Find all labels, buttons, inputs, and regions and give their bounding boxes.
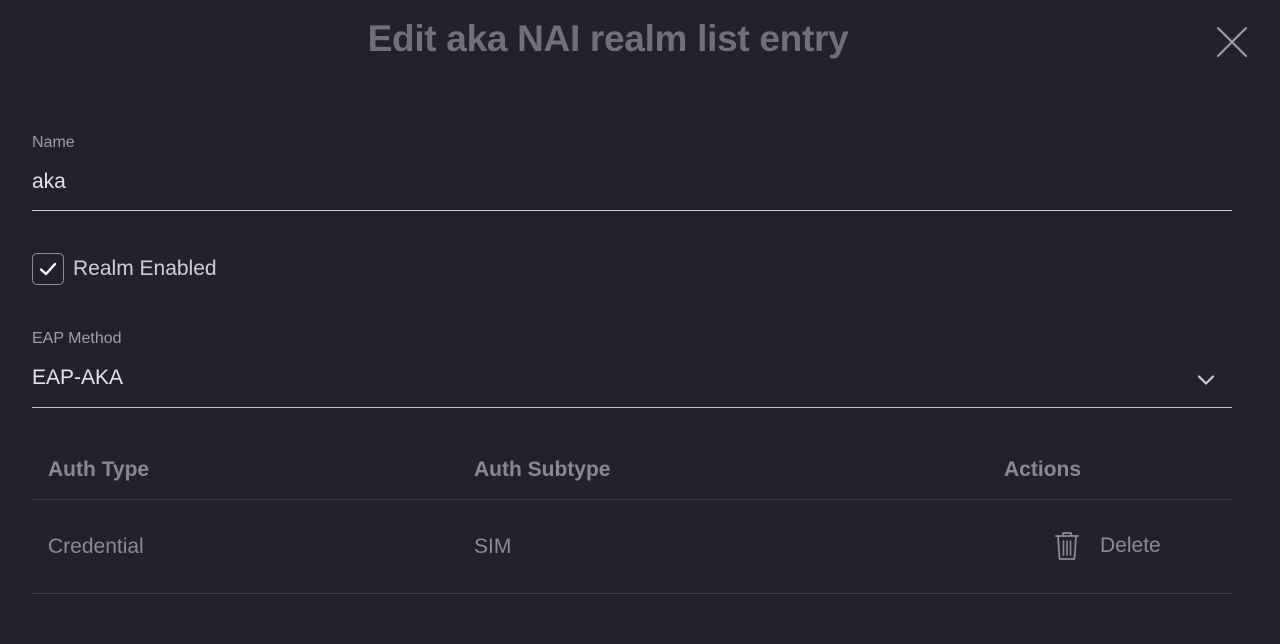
realm-enabled-checkbox[interactable] — [32, 253, 64, 285]
header-auth-type: Auth Type — [48, 458, 150, 481]
close-icon — [1216, 26, 1248, 58]
checkmark-icon — [39, 262, 57, 276]
table-header-row: Auth Type Auth Subtype Actions — [32, 440, 1232, 500]
realm-enabled-label: Realm Enabled — [73, 257, 217, 280]
eap-method-underline — [32, 407, 1232, 408]
eap-method-select[interactable]: EAP Method EAP-AKA — [32, 330, 1232, 410]
eap-method-value[interactable]: EAP-AKA — [32, 366, 123, 390]
name-field-underline — [32, 210, 1232, 211]
name-field[interactable]: Name aka — [32, 134, 1232, 214]
cell-auth-type: Credential — [48, 535, 144, 558]
header-actions: Actions — [1004, 458, 1082, 481]
eap-method-label: EAP Method — [32, 330, 122, 347]
chevron-down-icon[interactable] — [1194, 368, 1218, 392]
close-button[interactable] — [1212, 22, 1252, 62]
dialog-title: Edit aka NAI realm list entry — [367, 18, 849, 59]
delete-button[interactable]: Delete — [1054, 530, 1161, 562]
delete-label: Delete — [1100, 534, 1161, 557]
table-row: Credential SIM Delete — [32, 500, 1232, 594]
header-auth-subtype: Auth Subtype — [474, 458, 611, 481]
edit-realm-dialog: Edit aka NAI realm list entry Name aka R… — [0, 0, 1280, 644]
name-field-label: Name — [32, 134, 75, 151]
trash-icon — [1055, 532, 1079, 560]
cell-auth-subtype: SIM — [474, 535, 512, 558]
auth-table: Auth Type Auth Subtype Actions Credentia… — [32, 440, 1232, 594]
name-input[interactable]: aka — [32, 170, 66, 194]
realm-enabled-toggle[interactable]: Realm Enabled — [32, 253, 217, 285]
